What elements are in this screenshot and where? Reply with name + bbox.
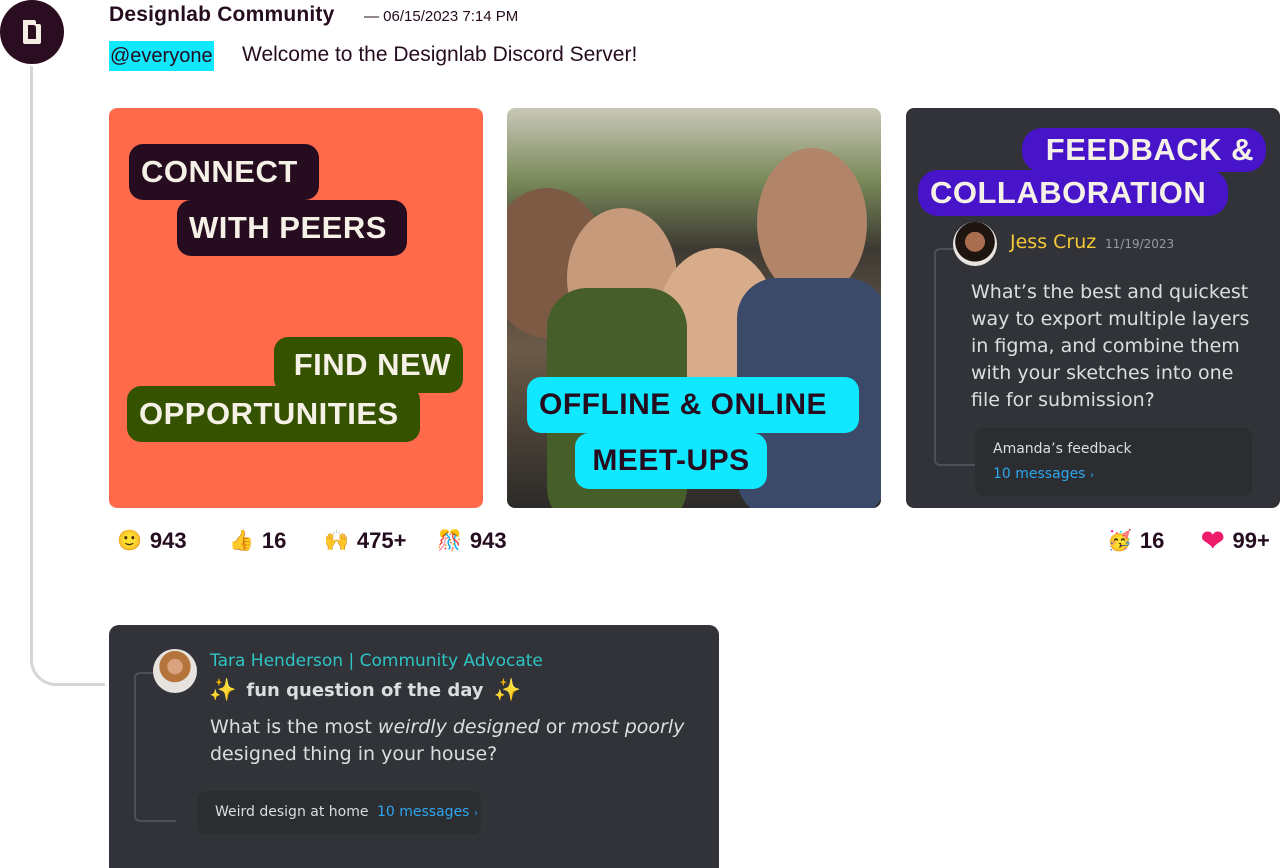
everyone-mention[interactable]: @everyone (109, 41, 214, 71)
post-text: What’s the best and quickest way to expo… (971, 281, 1250, 411)
confetti-icon: 🎊 (437, 530, 462, 552)
raising-hands-icon: 🙌 (324, 530, 349, 552)
reaction-partying-face[interactable]: 🥳 16 (1107, 527, 1164, 555)
reaction-count: 943 (469, 528, 507, 553)
partying-face-icon: 🥳 (1107, 530, 1132, 552)
thread-link-text: 10 messages (993, 466, 1086, 482)
community-question-card[interactable]: Tara Henderson | Community Advocate ✨ fu… (109, 625, 719, 868)
thread-message-count-link[interactable]: 10 messages › (377, 804, 478, 820)
message-timestamp: — 06/15/2023 7:14 PM (364, 8, 519, 25)
thumbs-up-icon: 👍 (229, 530, 254, 552)
reaction-raising-hands[interactable]: 🙌 475+ (324, 527, 406, 555)
reaction-count: 943 (149, 528, 187, 553)
reaction-count: 16 (261, 528, 287, 553)
question-text-italic: weirdly designed (377, 716, 540, 738)
thread-connector (934, 248, 976, 466)
message-author[interactable]: Designlab Community (109, 3, 335, 27)
connect-label: CONNECT (129, 144, 319, 200)
with-peers-label: WITH PEERS (177, 200, 407, 256)
question-text-part: What is the most (210, 716, 378, 738)
slightly-smiling-face-icon: 🙂 (117, 530, 142, 552)
thread-title: Weird design at home (215, 804, 369, 820)
thread-link-text: 10 messages (377, 804, 470, 820)
post-date: 11/19/2023 (1105, 237, 1175, 251)
server-avatar[interactable] (0, 0, 64, 64)
collaboration-label: COLLABORATION (918, 170, 1228, 216)
thread-title: Amanda’s feedback (993, 441, 1132, 457)
opportunities-label: OPPORTUNITIES (127, 386, 420, 442)
reply-thread-connector (30, 66, 105, 686)
reaction-count: 16 (1139, 528, 1165, 553)
find-new-label: FIND NEW (274, 337, 463, 393)
thread-preview[interactable]: Weird design at home 10 messages › (198, 791, 481, 834)
reaction-smile[interactable]: 🙂 943 (117, 527, 187, 555)
jess-username[interactable]: Jess Cruz (1010, 231, 1096, 253)
message-text: Welcome to the Designlab Discord Server! (242, 43, 638, 66)
meetups-label: MEET-UPS (575, 433, 767, 489)
chevron-right-icon: › (1089, 470, 1094, 481)
thread-connector (134, 672, 176, 822)
heart-icon: ❤ (1201, 525, 1225, 556)
tara-avatar[interactable] (153, 649, 197, 693)
sparkles-icon: ✨ (209, 678, 237, 703)
reaction-count: 475+ (356, 528, 407, 553)
question-text-italic: most poorly (571, 716, 685, 738)
question-text-part: or (539, 716, 572, 738)
designlab-logo-icon (23, 20, 41, 44)
chevron-right-icon: › (473, 808, 478, 819)
feedback-collaboration-card[interactable]: FEEDBACK & COLLABORATION Jess Cruz 11/19… (906, 108, 1280, 508)
reaction-count: 99+ (1232, 528, 1270, 553)
thread-preview[interactable]: Amanda’s feedback 10 messages › (975, 428, 1252, 496)
question-title: ✨ fun question of the day ✨ (209, 678, 521, 703)
meetups-photo-card[interactable]: OFFLINE & ONLINE MEET-UPS (507, 108, 881, 508)
feedback-label: FEEDBACK & (1022, 128, 1266, 172)
sparkles-icon: ✨ (493, 678, 521, 703)
photo-person (757, 148, 867, 298)
question-text-part: designed thing in your house? (210, 743, 498, 765)
reaction-confetti[interactable]: 🎊 943 (437, 527, 507, 555)
offline-online-label: OFFLINE & ONLINE (527, 377, 859, 433)
thread-message-count-link[interactable]: 10 messages › (993, 466, 1094, 482)
reaction-heart[interactable]: ❤ 99+ (1201, 527, 1270, 555)
connect-with-peers-card[interactable]: CONNECT WITH PEERS FIND NEW OPPORTUNITIE… (109, 108, 483, 508)
jess-avatar[interactable] (953, 222, 997, 266)
reaction-thumbs-up[interactable]: 👍 16 (229, 527, 286, 555)
tara-username[interactable]: Tara Henderson | Community Advocate (210, 651, 543, 671)
question-text: What is the most weirdly designed or mos… (210, 714, 700, 768)
question-title-text: fun question of the day (246, 680, 484, 701)
